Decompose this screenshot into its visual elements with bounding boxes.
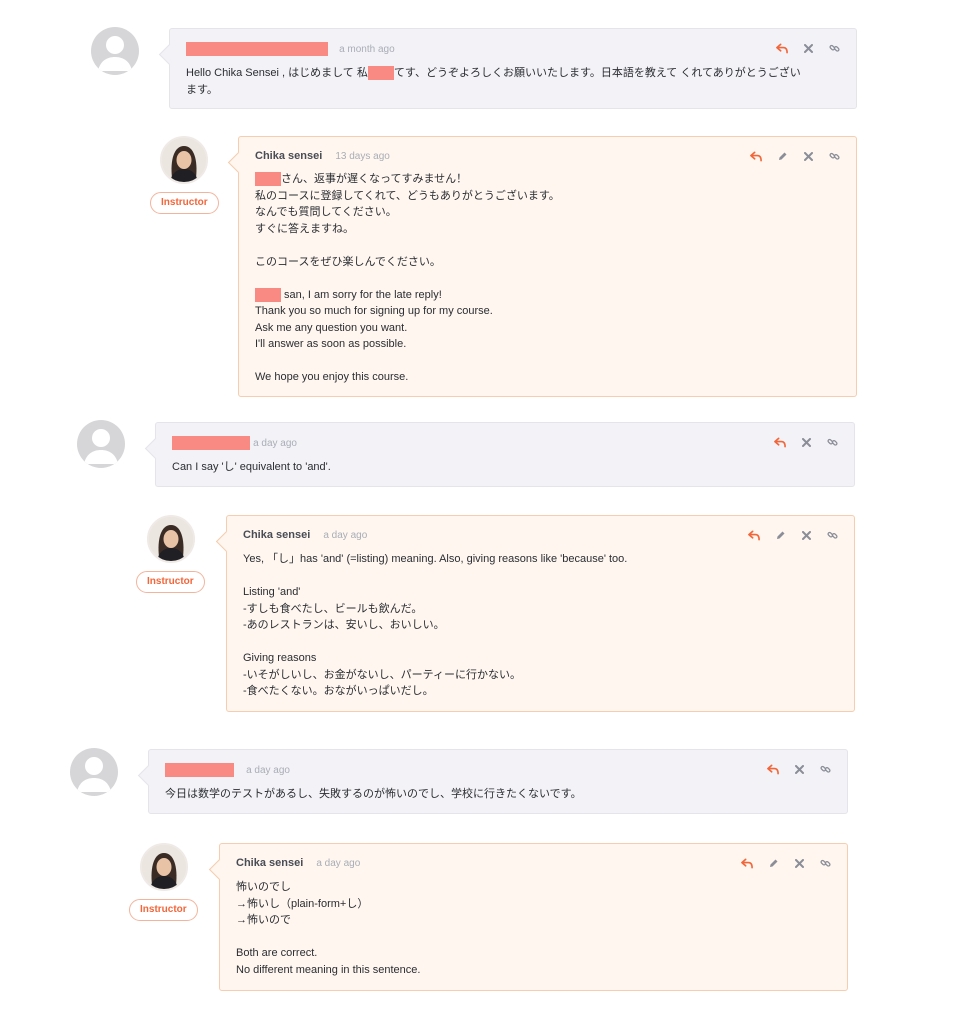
redacted-name	[367, 66, 394, 81]
redacted-username	[165, 763, 234, 777]
comment-text: Listing 'and'	[243, 586, 301, 598]
user-avatar	[77, 420, 125, 468]
user-avatar	[70, 748, 118, 796]
comment-text: -食べたくない。おながいっぱいだし。	[243, 685, 434, 697]
comment-text: すぐに答えますね。	[255, 222, 354, 235]
instructor-avatar	[140, 843, 188, 891]
redacted-username	[172, 436, 250, 450]
link-icon[interactable]	[819, 763, 831, 775]
comment-text: ます。	[186, 83, 218, 96]
comment-time: a day ago	[316, 858, 361, 869]
comment-text: Both are correct.	[236, 947, 318, 959]
comment-text: 今日は数学のテストがあるし、失敗するのが怖いのでし、学校に行きたくないです。	[165, 788, 582, 800]
pencil-icon[interactable]	[767, 857, 779, 869]
comment-text: -すしも食べたし、ビールも飲んだ。	[243, 602, 423, 615]
comment-text: さん、返事が遅くなってすみません！	[281, 173, 468, 185]
comment-text: -いそがしいし、お金がないし、パーティーに行かない。	[243, 668, 522, 681]
comment-card: a day ago Can I say 'し' equivalent to 'a…	[155, 422, 855, 487]
comment-text: -あのレストランは、安いし、おいしい。	[243, 619, 445, 631]
reply-icon[interactable]	[767, 763, 779, 775]
pencil-icon[interactable]	[776, 150, 788, 162]
comment-card: a month ago Hello Chika Sensei , はじめまして …	[169, 28, 857, 109]
comment-time: 13 days ago	[335, 151, 390, 162]
comment-text: 怖いのでし	[236, 881, 291, 893]
comment-author: Chika sensei	[255, 150, 323, 162]
comment-time: a day ago	[323, 530, 368, 541]
comment-text: Thank you so much for signing up for my …	[255, 305, 493, 317]
comment-text: →怖いし（plain-form+し）	[236, 897, 369, 910]
pencil-icon[interactable]	[774, 529, 786, 541]
instructor-badge: Instructor	[129, 899, 198, 921]
close-icon[interactable]	[793, 857, 805, 869]
close-icon[interactable]	[802, 150, 814, 162]
comment-card: Chika sensei a day ago Yes, 「し」has 'and'…	[226, 515, 855, 712]
comment-text: なんでも質問してください。	[255, 206, 397, 218]
comment-text: 私のコースに登録してくれて、どうもありがとうございます。	[255, 189, 560, 202]
comment-time: a day ago	[253, 437, 297, 449]
comment-time: a day ago	[246, 764, 290, 776]
link-icon[interactable]	[819, 857, 831, 869]
close-icon[interactable]	[793, 763, 805, 775]
link-icon[interactable]	[828, 42, 840, 54]
close-icon[interactable]	[802, 42, 814, 54]
comment-text: Yes, 「し」has 'and' (=listing) meaning. Al…	[243, 553, 628, 565]
instructor-avatar	[160, 136, 208, 184]
reply-icon[interactable]	[748, 529, 760, 541]
comment-card: Chika sensei 13 days ago さん、返事が遅くなってすみませ…	[238, 136, 857, 397]
comment-author: Chika sensei	[243, 529, 311, 541]
comment-text: Can I say 'し' equivalent to 'and'.	[172, 461, 331, 473]
reply-icon[interactable]	[750, 150, 762, 162]
close-icon[interactable]	[800, 529, 812, 541]
redacted-name	[255, 172, 281, 187]
reply-icon[interactable]	[741, 857, 753, 869]
comment-text: san, I am sorry for the late reply!	[281, 288, 442, 301]
link-icon[interactable]	[826, 529, 838, 541]
comment-time: a month ago	[339, 43, 395, 55]
comment-text: I'll answer as soon as possible.	[255, 338, 407, 350]
comment-text: →怖いので	[236, 914, 291, 926]
redacted-name	[255, 287, 281, 302]
instructor-badge: Instructor	[136, 571, 205, 593]
link-icon[interactable]	[826, 436, 838, 448]
comment-card: Chika sensei a day ago 怖いのでし →怖いし（plain-…	[219, 843, 848, 991]
link-icon[interactable]	[828, 150, 840, 162]
comment-text: No different meaning in this sentence.	[236, 963, 421, 976]
comment-author: Chika sensei	[236, 857, 304, 869]
close-icon[interactable]	[800, 436, 812, 448]
comment-card: a day ago 今日は数学のテストがあるし、失敗するのが怖いのでし、学校に行…	[148, 749, 848, 814]
comment-text: Giving reasons	[243, 652, 317, 664]
user-avatar	[91, 27, 139, 75]
instructor-badge: Instructor	[150, 192, 219, 214]
comment-text: このコースをぜひ楽しんでください。	[255, 255, 441, 268]
comment-text: Ask me any question you want.	[255, 321, 408, 334]
reply-icon[interactable]	[774, 436, 786, 448]
comment-text: てす、どうぞよろしくお願いいたします。日本語を教えて くれてありがとうござい	[393, 67, 801, 79]
instructor-avatar	[147, 515, 195, 563]
redacted-username	[186, 42, 328, 56]
comment-text: We hope you enjoy this course.	[255, 371, 409, 383]
comment-text: Hello Chika Sensei , はじめまして 私	[186, 67, 368, 79]
reply-icon[interactable]	[776, 42, 788, 54]
